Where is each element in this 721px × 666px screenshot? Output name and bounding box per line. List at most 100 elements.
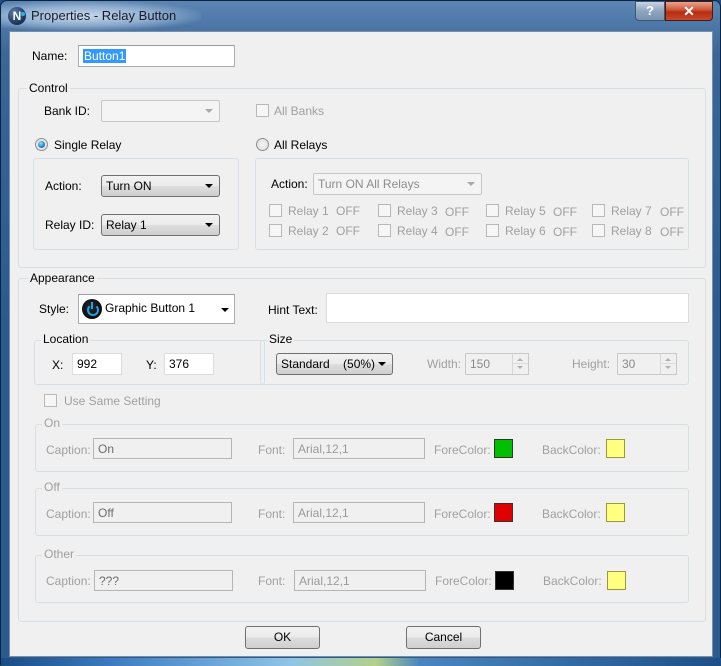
on-caption-input[interactable]: On <box>93 438 232 459</box>
other-caption-label: Caption: <box>46 574 91 588</box>
single-action-value: Turn ON <box>106 179 152 193</box>
on-font-input[interactable]: Arial,12,1 <box>293 438 425 459</box>
relay-5-checkbox[interactable] <box>486 204 499 217</box>
hint-text-label: Hint Text: <box>268 303 318 317</box>
height-value: 30 <box>622 357 636 371</box>
chevron-down-icon <box>205 223 213 227</box>
relay-id-select[interactable]: Relay 1 <box>101 214 220 236</box>
relay-8-state: OFF <box>660 225 684 239</box>
other-caption-input[interactable]: ??? <box>94 570 233 591</box>
dialog-body: Name: Button1 Control Bank ID: All Banks… <box>9 31 713 657</box>
width-spinner[interactable]: 150 <box>465 353 529 375</box>
location-x-label: X: <box>52 358 64 372</box>
all-action-label: Action: <box>271 177 308 191</box>
off-backcolor-label: BackColor: <box>542 507 601 521</box>
relay-4-checkbox[interactable] <box>378 224 391 237</box>
relay-2-state: OFF <box>336 224 360 238</box>
bank-id-select[interactable] <box>101 100 220 122</box>
location-group-title: Location <box>41 332 91 346</box>
spin-down-icon <box>665 366 671 369</box>
single-relay-label: Single Relay <box>54 138 122 152</box>
on-backcolor-label: BackColor: <box>542 443 601 457</box>
help-button[interactable]: ? <box>635 1 665 21</box>
use-same-setting-checkbox[interactable] <box>44 394 57 407</box>
off-font-input[interactable]: Arial,12,1 <box>293 502 425 523</box>
width-value: 150 <box>470 357 491 371</box>
chevron-down-icon <box>221 308 229 312</box>
on-forecolor-label: ForeColor: <box>434 443 491 457</box>
window-title: Properties - Relay Button <box>31 8 177 23</box>
style-select[interactable]: Graphic Button 1 <box>78 294 235 324</box>
relay-1-checkbox[interactable] <box>269 204 282 217</box>
other-font-label: Font: <box>258 574 286 588</box>
relay-3-checkbox[interactable] <box>378 204 391 217</box>
all-banks-label: All Banks <box>274 104 325 118</box>
relay-7-state: OFF <box>660 205 684 219</box>
relay-7-checkbox[interactable] <box>592 204 605 217</box>
relay-6-label: Relay 6 <box>505 224 546 238</box>
close-button[interactable]: ✕ <box>665 1 713 21</box>
height-spinner[interactable]: 30 <box>617 353 677 375</box>
other-backcolor-swatch[interactable] <box>607 571 626 590</box>
height-label: Height: <box>572 357 611 371</box>
single-relay-panel <box>33 158 239 250</box>
title-bar[interactable]: N Properties - Relay Button ? ✕ <box>1 1 720 31</box>
help-icon: ? <box>646 3 654 18</box>
on-backcolor-swatch[interactable] <box>606 439 625 458</box>
hint-text-input[interactable] <box>326 293 689 323</box>
relay-3-label: Relay 3 <box>397 204 438 218</box>
relay-5-state: OFF <box>553 205 577 219</box>
relay-6-checkbox[interactable] <box>486 224 499 237</box>
properties-dialog: N Properties - Relay Button ? ✕ Name: Bu… <box>0 0 721 666</box>
height-spin-buttons[interactable] <box>660 354 676 374</box>
relay-2-checkbox[interactable] <box>269 224 282 237</box>
ok-button[interactable]: OK <box>245 626 320 649</box>
relay-8-checkbox[interactable] <box>592 224 605 237</box>
size-group-title: Size <box>267 332 295 346</box>
other-backcolor-label: BackColor: <box>543 574 602 588</box>
spin-up-icon <box>665 358 671 361</box>
relay-7-label: Relay 7 <box>611 204 652 218</box>
name-input[interactable]: Button1 <box>78 45 235 67</box>
location-y-label: Y: <box>146 358 157 372</box>
width-spin-buttons[interactable] <box>512 354 528 374</box>
off-backcolor-swatch[interactable] <box>606 503 625 522</box>
other-font-input[interactable]: Arial,12,1 <box>294 570 426 591</box>
other-forecolor-label: ForeColor: <box>435 574 492 588</box>
all-relays-radio[interactable] <box>256 138 269 151</box>
size-preset-select[interactable]: Standard (50%) <box>276 353 393 375</box>
all-action-select[interactable]: Turn ON All Relays <box>313 173 482 195</box>
name-label: Name: <box>32 49 68 63</box>
all-relays-label: All Relays <box>274 138 328 152</box>
spin-up-icon <box>517 358 523 361</box>
off-forecolor-label: ForeColor: <box>434 507 491 521</box>
other-state-title: Other <box>42 547 77 561</box>
on-caption-label: Caption: <box>46 443 91 457</box>
other-forecolor-swatch[interactable] <box>495 571 514 590</box>
all-action-value: Turn ON All Relays <box>318 177 420 191</box>
width-label: Width: <box>427 357 462 371</box>
all-banks-checkbox[interactable] <box>256 104 269 117</box>
off-caption-input[interactable]: Off <box>93 502 232 523</box>
location-y-input[interactable]: 376 <box>164 353 214 375</box>
style-value: Graphic Button 1 <box>105 301 196 315</box>
on-state-title: On <box>42 416 63 430</box>
relay-6-state: OFF <box>553 225 577 239</box>
on-forecolor-swatch[interactable] <box>494 439 513 458</box>
relay-2-label: Relay 2 <box>288 224 329 238</box>
single-relay-radio[interactable] <box>35 138 48 151</box>
control-group-title: Control <box>27 81 70 95</box>
name-value: Button1 <box>83 49 127 63</box>
single-action-select[interactable]: Turn ON <box>101 175 220 197</box>
off-forecolor-swatch[interactable] <box>494 503 513 522</box>
on-font-label: Font: <box>258 443 286 457</box>
location-x-input[interactable]: 992 <box>72 353 122 375</box>
relay-3-state: OFF <box>445 205 469 219</box>
relay-8-label: Relay 8 <box>611 224 652 238</box>
chevron-down-icon <box>205 109 213 113</box>
single-action-label: Action: <box>45 179 82 193</box>
relay-1-state: OFF <box>336 204 360 218</box>
chevron-down-icon <box>467 182 475 186</box>
use-same-setting-label: Use Same Setting <box>64 394 161 408</box>
cancel-button[interactable]: Cancel <box>406 626 481 649</box>
